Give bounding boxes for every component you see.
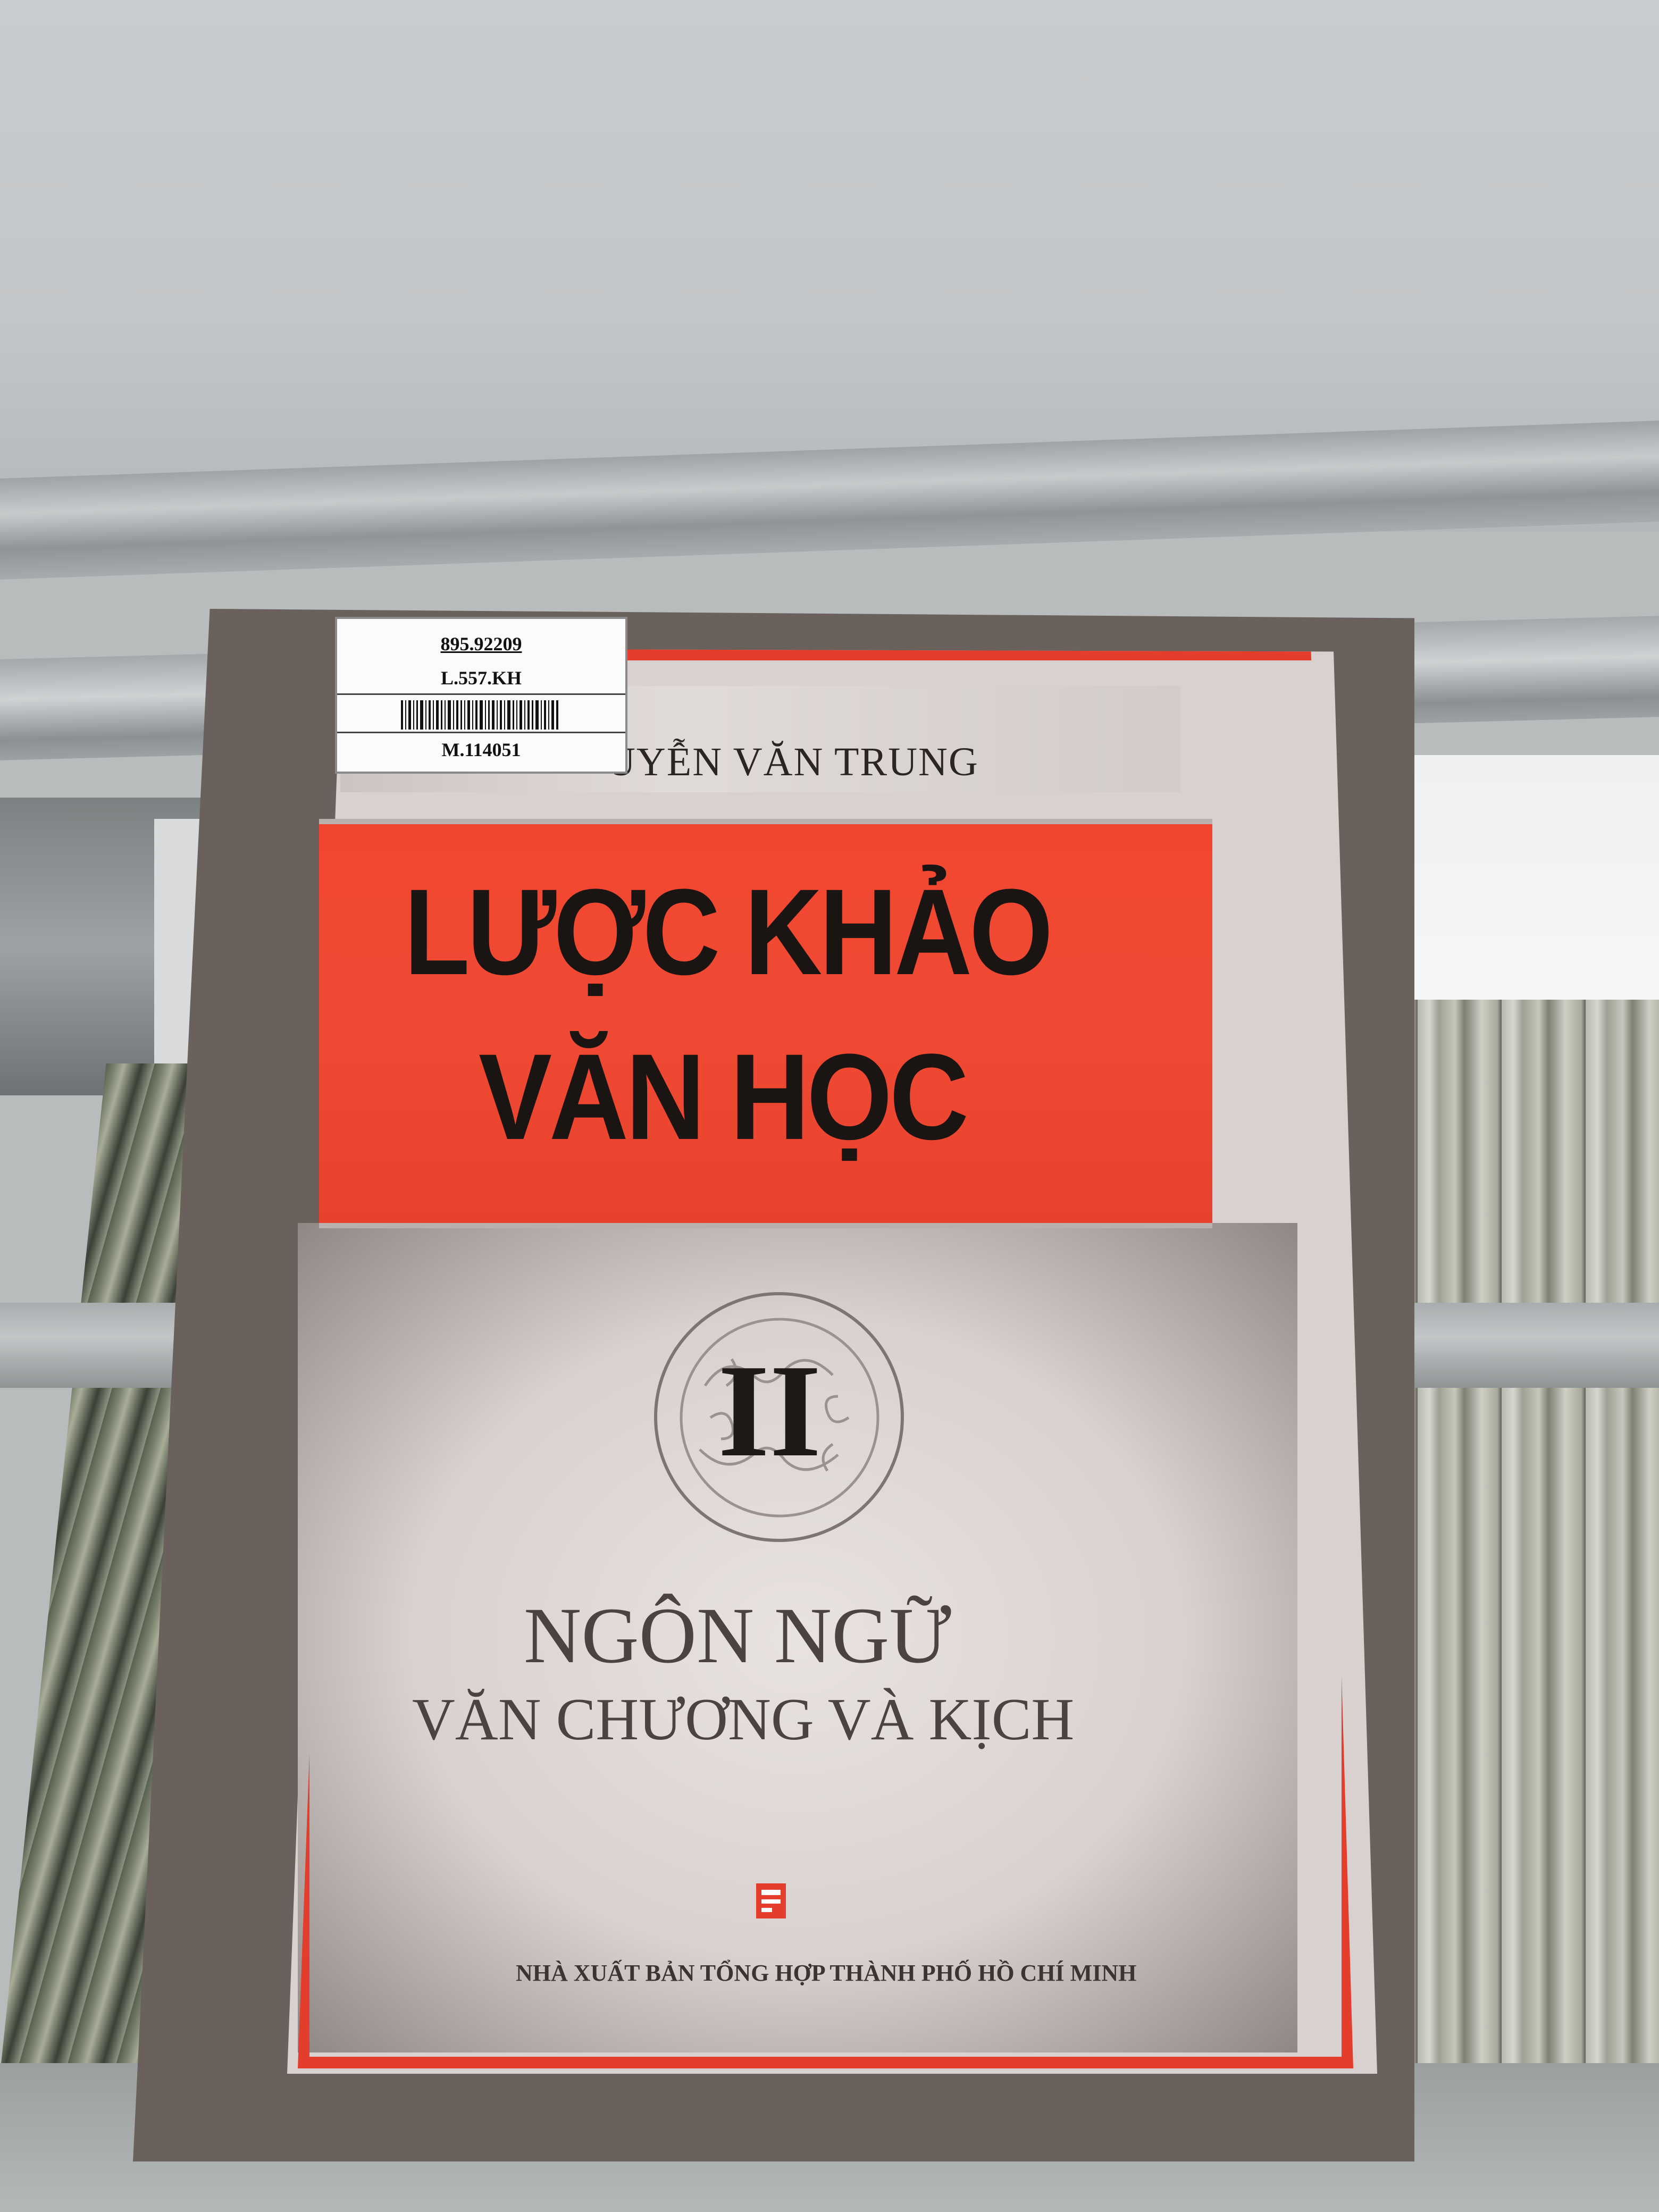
author-name: UYỄN VĂN TRUNG xyxy=(606,740,979,784)
subtitle-line2: VĂN CHƯƠNG VÀ KỊCH xyxy=(412,1687,1075,1753)
call-number-line2: L.557.KH xyxy=(440,667,522,689)
label-divider xyxy=(337,693,625,695)
barcode-icon xyxy=(401,700,558,730)
accession-number: M.114051 xyxy=(441,739,521,760)
subtitle-line1: NGÔN NGỮ xyxy=(524,1591,951,1680)
call-number-line1: 895.92209 xyxy=(440,633,522,655)
photo-scene: UYỄN VĂN TRUNG LƯỢC KHẢO VĂN HỌC II NGÔN… xyxy=(0,0,1659,2212)
volume-number: II xyxy=(718,1337,822,1485)
book-title-line1: LƯỢC KHẢO xyxy=(404,864,1053,1000)
book-title-line2: VĂN HỌC xyxy=(479,1028,969,1165)
library-label: 895.92209 L.557.KH M.114051 xyxy=(335,617,627,774)
publisher-logo-icon xyxy=(756,1883,786,1918)
publisher-name: NHÀ XUẤT BẢN TỔNG HỢP THÀNH PHỐ HỒ CHÍ M… xyxy=(516,1960,1137,1986)
label-divider xyxy=(337,732,625,733)
